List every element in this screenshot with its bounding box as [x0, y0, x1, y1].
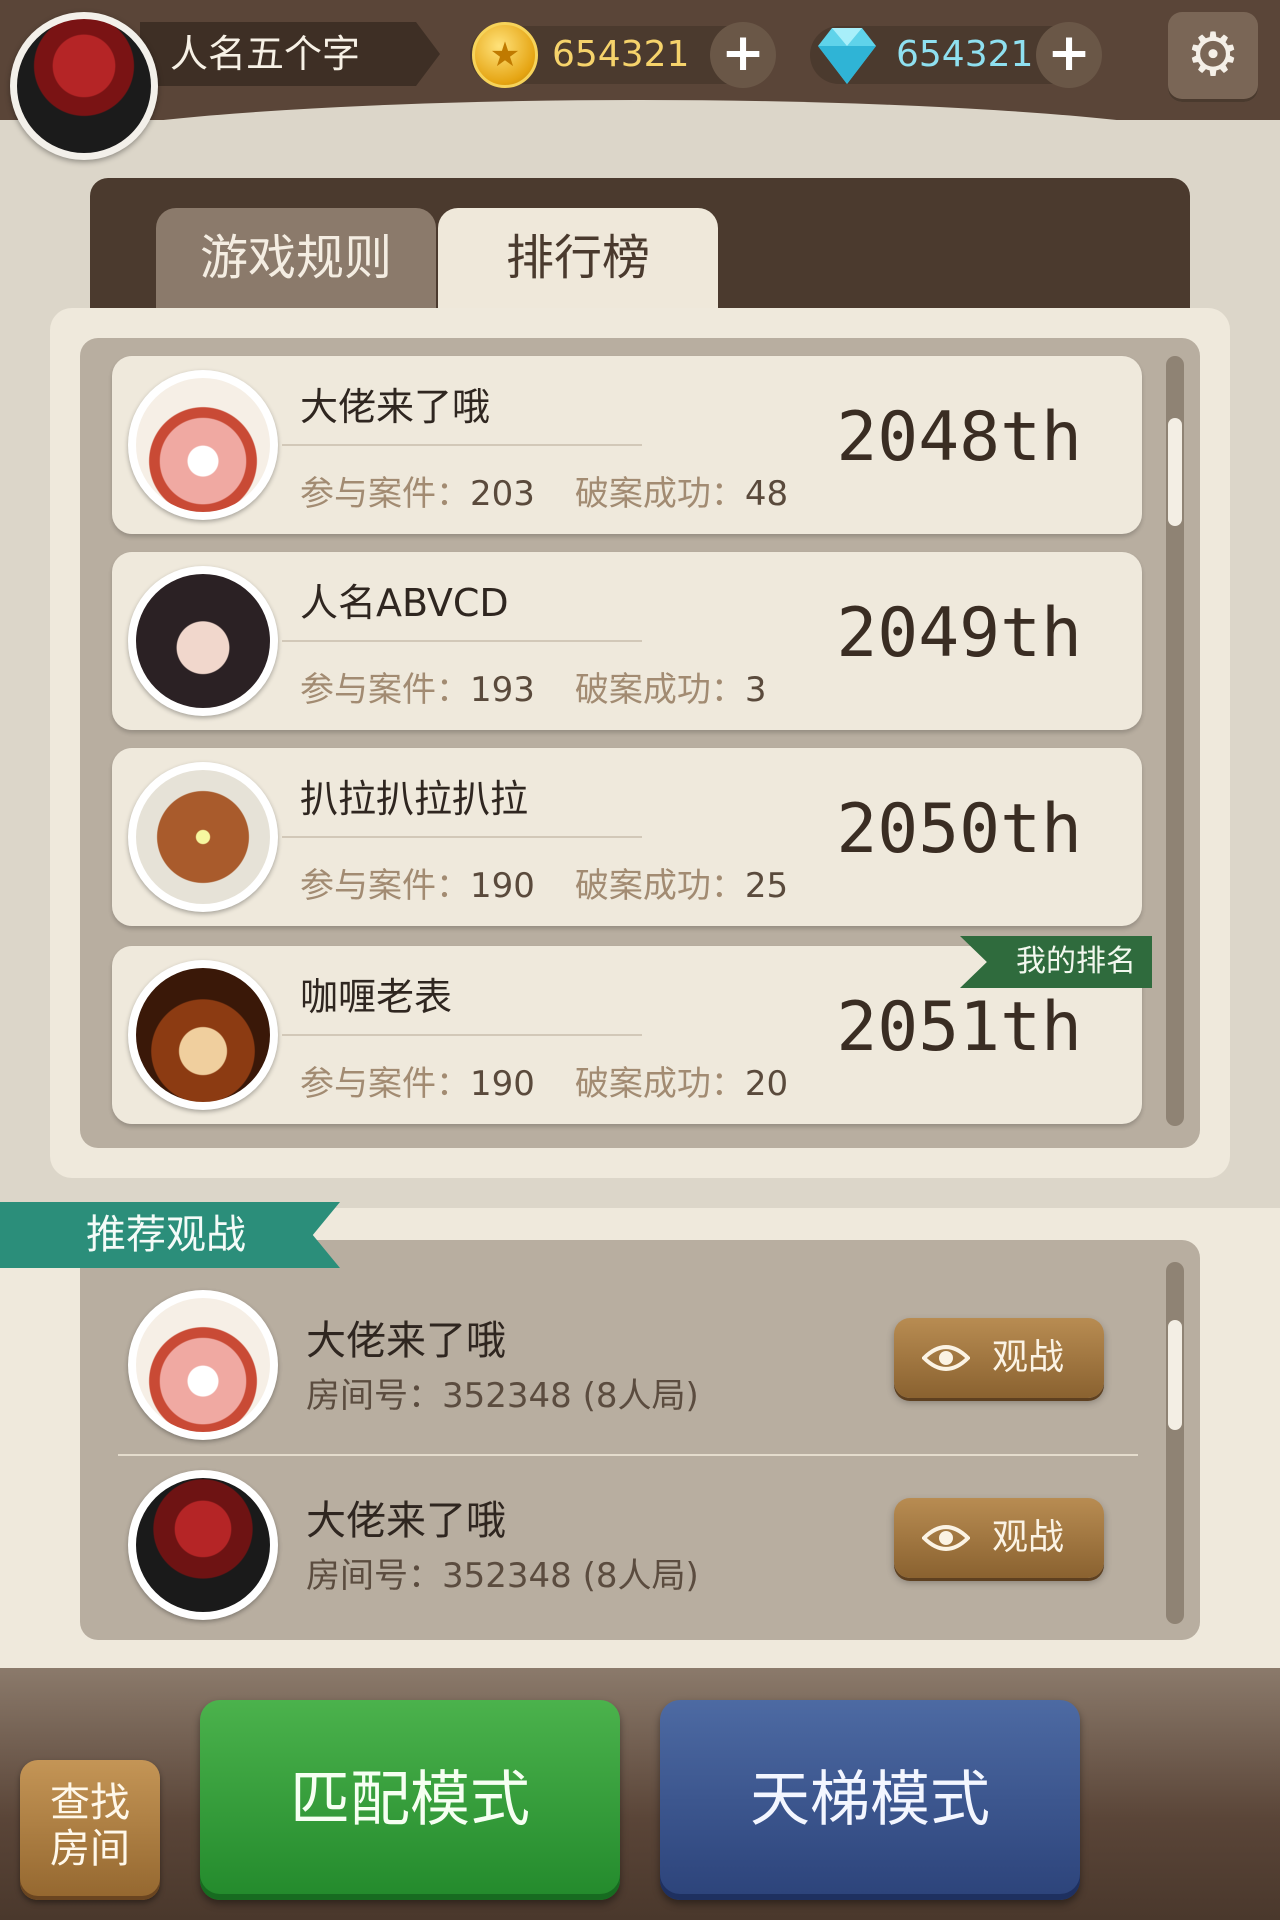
- eye-icon: [922, 1525, 970, 1551]
- watch-item: 大佬来了哦 房间号：352348 (8人局) 观战: [118, 1462, 1138, 1622]
- solved-label: 破案成功：: [574, 474, 745, 514]
- participated-label: 参与案件：: [300, 1064, 470, 1104]
- rank-number: 2048th: [836, 398, 1082, 477]
- add-gems-button[interactable]: +: [1036, 22, 1102, 88]
- player-name: 扒拉扒拉扒拉: [300, 777, 529, 821]
- divider: [118, 1454, 1138, 1456]
- bottom-bar: [0, 1668, 1280, 1920]
- find-room-label-line2: 房间: [50, 1826, 130, 1872]
- player-name: 人名ABVCD: [300, 581, 509, 625]
- eye-icon: [922, 1345, 970, 1371]
- solved-count: 25: [744, 866, 789, 906]
- solved-count: 20: [744, 1064, 789, 1104]
- avatar-image: [136, 1298, 270, 1432]
- settings-button[interactable]: ⚙: [1168, 12, 1258, 102]
- participated-count: 203: [470, 474, 535, 514]
- participated-label: 参与案件：: [300, 866, 470, 906]
- divider: [282, 836, 642, 838]
- my-rank-badge: 我的排名: [960, 936, 1152, 988]
- avatar-image: [136, 1478, 270, 1612]
- player-name: 大佬来了哦: [306, 1318, 506, 1364]
- room-info: 房间号：352348 (8人局): [306, 1548, 699, 1597]
- plus-icon: +: [1047, 23, 1091, 83]
- coin-star-icon: ★: [472, 22, 538, 88]
- avatar-image: [17, 19, 151, 153]
- participated-count: 190: [470, 1064, 535, 1104]
- watch-scrollbar[interactable]: [1166, 1262, 1184, 1624]
- solved-count: 3: [744, 670, 767, 710]
- match-mode-button[interactable]: 匹配模式: [200, 1700, 620, 1900]
- leaderboard-row[interactable]: 大佬来了哦 参与案件：203 破案成功：48 2048th: [112, 356, 1142, 534]
- avatar-image: [136, 770, 270, 904]
- avatar: [128, 1470, 278, 1620]
- room-label: 房间号：: [306, 1376, 442, 1416]
- leaderboard-scroll-thumb[interactable]: [1168, 418, 1182, 526]
- ladder-mode-button[interactable]: 天梯模式: [660, 1700, 1080, 1900]
- rank-number: 2051th: [836, 988, 1082, 1067]
- leaderboard-row[interactable]: 人名ABVCD 参与案件：193 破案成功：3 2049th: [112, 552, 1142, 730]
- player-name: 大佬来了哦: [306, 1498, 506, 1544]
- participated-count: 193: [470, 670, 535, 710]
- player-stats: 参与案件：190 破案成功：20: [300, 1056, 788, 1105]
- avatar-image: [136, 968, 270, 1102]
- avatar: [128, 370, 278, 520]
- divider: [282, 640, 642, 642]
- room-label: 房间号：: [306, 1556, 442, 1596]
- participated-count: 190: [470, 866, 535, 906]
- player-stats: 参与案件：203 破案成功：48: [300, 466, 788, 515]
- avatar-image: [136, 574, 270, 708]
- solved-label: 破案成功：: [574, 866, 745, 906]
- avatar: [128, 960, 278, 1110]
- divider: [282, 444, 642, 446]
- avatar: [128, 762, 278, 912]
- tab-leaderboard[interactable]: 排行榜: [438, 208, 718, 308]
- spectate-label: 观战: [992, 1337, 1065, 1378]
- avatar: [128, 1290, 278, 1440]
- plus-icon: +: [721, 23, 765, 83]
- room-number: 352348 (8人局): [442, 1376, 699, 1416]
- watch-scroll-thumb[interactable]: [1168, 1320, 1182, 1430]
- divider: [282, 1034, 642, 1036]
- leaderboard-row[interactable]: 扒拉扒拉扒拉 参与案件：190 破案成功：25 2050th: [112, 748, 1142, 926]
- my-avatar[interactable]: [10, 12, 158, 160]
- room-number: 352348 (8人局): [442, 1556, 699, 1596]
- add-coins-button[interactable]: +: [710, 22, 776, 88]
- rank-number: 2049th: [836, 594, 1082, 673]
- gem-count: 654321: [896, 34, 1034, 75]
- solved-label: 破案成功：: [574, 670, 745, 710]
- spectate-button[interactable]: 观战: [894, 1498, 1104, 1578]
- username: 人名五个字: [170, 32, 361, 76]
- participated-label: 参与案件：: [300, 474, 470, 514]
- tab-game-rules[interactable]: 游戏规则: [156, 208, 436, 308]
- participated-label: 参与案件：: [300, 670, 470, 710]
- solved-count: 48: [744, 474, 789, 514]
- player-stats: 参与案件：190 破案成功：25: [300, 858, 788, 907]
- player-name: 咖喱老表: [300, 975, 453, 1019]
- avatar-image: [136, 378, 270, 512]
- gear-icon: ⚙: [1186, 20, 1240, 90]
- player-stats: 参与案件：193 破案成功：3: [300, 662, 767, 711]
- solved-label: 破案成功：: [574, 1064, 745, 1104]
- watch-section-title: 推荐观战: [86, 1212, 246, 1258]
- watch-item: 大佬来了哦 房间号：352348 (8人局) 观战: [118, 1282, 1138, 1442]
- spectate-button[interactable]: 观战: [894, 1318, 1104, 1398]
- coin-count: 654321: [552, 34, 690, 75]
- spectate-label: 观战: [992, 1517, 1065, 1558]
- find-room-label-line1: 查找: [50, 1780, 130, 1826]
- avatar: [128, 566, 278, 716]
- diamond-icon: [818, 28, 876, 84]
- player-name: 大佬来了哦: [300, 385, 491, 429]
- rank-number: 2050th: [836, 790, 1082, 869]
- room-info: 房间号：352348 (8人局): [306, 1368, 699, 1417]
- find-room-button[interactable]: 查找 房间: [20, 1760, 160, 1900]
